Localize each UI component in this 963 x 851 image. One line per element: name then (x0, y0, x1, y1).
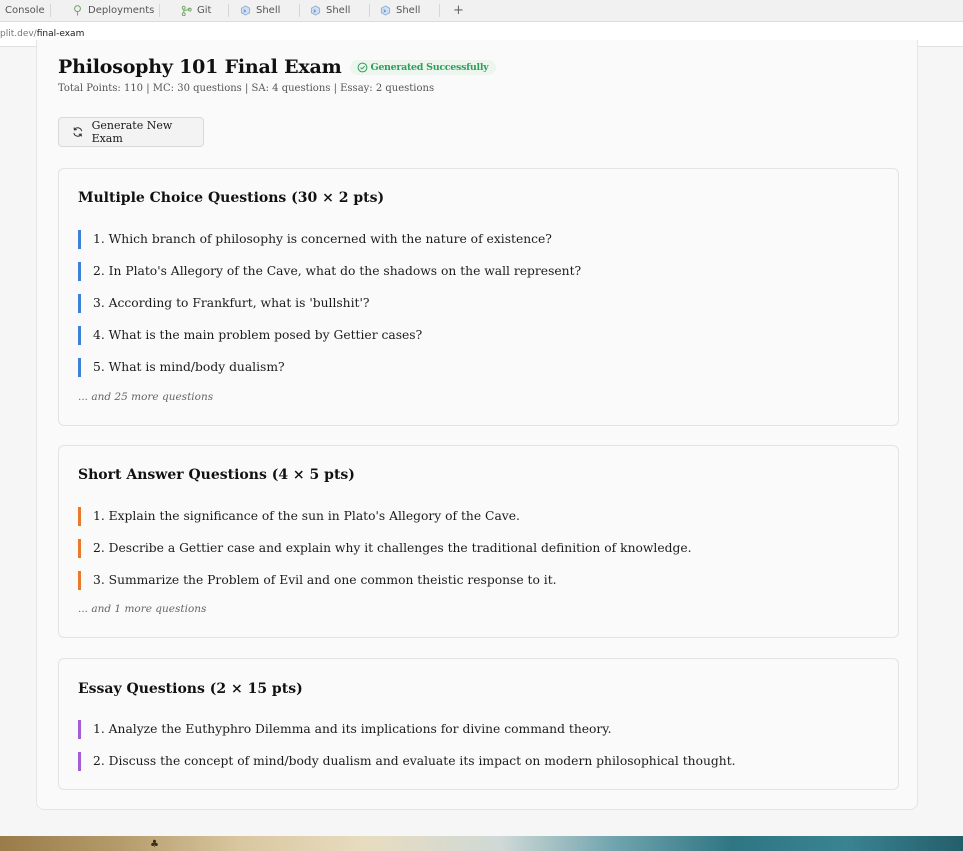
more-questions-note: ... and 1 more questions (78, 603, 207, 615)
tab-shell-2[interactable]: Shell (310, 0, 371, 21)
tab-divider (439, 4, 441, 17)
accent-bar (78, 326, 81, 345)
question-text: 4. What is the main problem posed by Get… (93, 328, 423, 342)
question-text: 1. Analyze the Euthyphro Dilemma and its… (93, 722, 612, 736)
list-item: 2. Discuss the concept of mind/body dual… (78, 745, 879, 777)
accent-bar (78, 262, 81, 281)
tab-divider (369, 4, 371, 17)
question-list: 1. Analyze the Euthyphro Dilemma and its… (78, 713, 879, 777)
url-host: plit.dev/ (0, 29, 37, 39)
tab-label: Console (5, 5, 45, 16)
tab-label: Shell (396, 5, 421, 16)
tab-git[interactable]: Git (181, 0, 230, 21)
section-title: Essay Questions (2 × 15 pts) (78, 681, 303, 697)
tab-console[interactable]: Console (5, 0, 51, 21)
short-answer-section: Short Answer Questions (4 × 5 pts) 1. Ex… (58, 445, 899, 638)
refresh-icon (73, 127, 83, 137)
accent-bar (78, 230, 81, 249)
status-badge-label: Generated Successfully (370, 61, 489, 73)
new-tab-button[interactable]: + (453, 0, 464, 21)
tab-label: Deployments (88, 5, 155, 16)
accent-bar (78, 720, 81, 739)
page-title: Philosophy 101 Final Exam (58, 56, 342, 78)
accent-bar (78, 571, 81, 590)
question-text: 2. In Plato's Allegory of the Cave, what… (93, 264, 582, 278)
tab-deployments[interactable]: Deployments (72, 0, 161, 21)
shell-icon (380, 5, 391, 16)
deployments-icon (72, 5, 83, 16)
desktop-wallpaper: ♣ (0, 836, 963, 851)
shell-icon (310, 5, 321, 16)
list-item: 2. Describe a Gettier case and explain w… (78, 532, 879, 564)
list-item: 3. According to Frankfurt, what is 'bull… (78, 287, 879, 319)
question-text: 1. Explain the significance of the sun i… (93, 509, 520, 523)
exam-card: Philosophy 101 Final Exam Generated Succ… (36, 40, 918, 810)
accent-bar (78, 358, 81, 377)
multiple-choice-section: Multiple Choice Questions (30 × 2 pts) 1… (58, 168, 899, 426)
generate-button-label: Generate New Exam (91, 119, 173, 145)
accent-bar (78, 507, 81, 526)
list-item: 3. Summarize the Problem of Evil and one… (78, 564, 879, 596)
question-text: 2. Discuss the concept of mind/body dual… (93, 754, 736, 768)
accent-bar (78, 539, 81, 558)
tab-divider (49, 4, 51, 17)
section-title: Multiple Choice Questions (30 × 2 pts) (78, 190, 385, 206)
list-item: 1. Explain the significance of the sun i… (78, 500, 879, 532)
question-list: 1. Explain the significance of the sun i… (78, 500, 879, 596)
list-item: 5. What is mind/body dualism? (78, 351, 879, 383)
generate-new-exam-button[interactable]: Generate New Exam (58, 117, 204, 147)
list-item: 2. In Plato's Allegory of the Cave, what… (78, 255, 879, 287)
essay-section: Essay Questions (2 × 15 pts) 1. Analyze … (58, 658, 899, 790)
git-icon (181, 5, 192, 16)
more-questions-note: ... and 25 more questions (78, 391, 214, 403)
list-item: 1. Analyze the Euthyphro Dilemma and its… (78, 713, 879, 745)
tab-divider (228, 4, 230, 17)
shell-icon (240, 5, 251, 16)
question-text: 3. Summarize the Problem of Evil and one… (93, 573, 557, 587)
accent-bar (78, 294, 81, 313)
tab-label: Shell (326, 5, 351, 16)
tab-shell-1[interactable]: Shell (240, 0, 301, 21)
question-list: 1. Which branch of philosophy is concern… (78, 223, 879, 383)
tab-label: Git (197, 5, 212, 16)
section-title: Short Answer Questions (4 × 5 pts) (78, 467, 355, 483)
question-text: 5. What is mind/body dualism? (93, 360, 285, 374)
tab-shell-3[interactable]: Shell (380, 0, 441, 21)
list-item: 1. Which branch of philosophy is concern… (78, 223, 879, 255)
palm-tree-icon: ♣ (150, 839, 159, 850)
accent-bar (78, 752, 81, 771)
tab-label: Shell (256, 5, 281, 16)
list-item: 4. What is the main problem posed by Get… (78, 319, 879, 351)
title-row: Philosophy 101 Final Exam Generated Succ… (58, 56, 497, 78)
check-circle-icon (357, 62, 367, 72)
url-path: final-exam (36, 29, 85, 39)
tab-divider (299, 4, 301, 17)
status-badge: Generated Successfully (349, 59, 497, 75)
tab-divider (159, 4, 161, 17)
question-text: 1. Which branch of philosophy is concern… (93, 232, 552, 246)
exam-summary: Total Points: 110 | MC: 30 questions | S… (58, 83, 435, 94)
tab-bar: Console Deployments Git Shell Shell Shel (0, 0, 963, 22)
question-text: 2. Describe a Gettier case and explain w… (93, 541, 692, 555)
question-text: 3. According to Frankfurt, what is 'bull… (93, 296, 370, 310)
